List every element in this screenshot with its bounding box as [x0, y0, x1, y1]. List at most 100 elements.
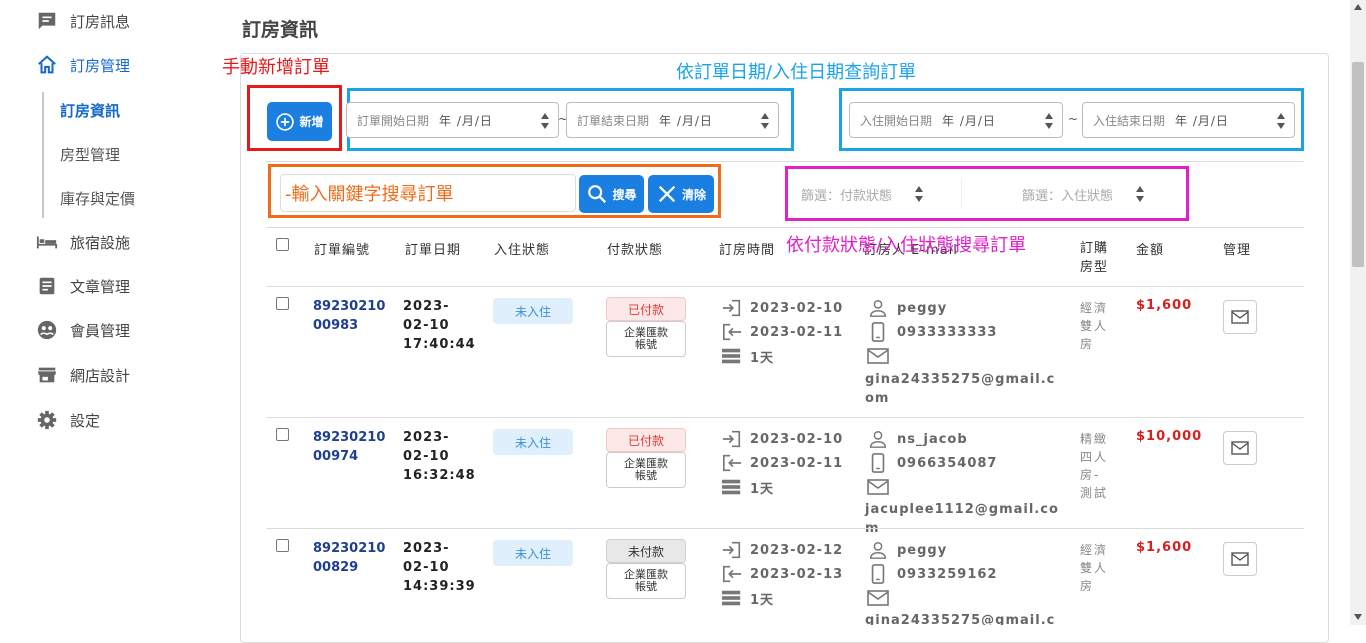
order-date: 2023-02-10 17:40:44 — [403, 299, 476, 352]
date-format: 年 /月/日 — [659, 113, 713, 128]
scroll-down-icon[interactable] — [1353, 613, 1363, 621]
customer-phone-text: 0933259162 — [897, 566, 998, 582]
plus-circle-icon — [276, 112, 295, 131]
login-icon — [722, 299, 741, 317]
sidebar-item-label: 訂房訊息 — [70, 12, 131, 31]
mail-icon — [1231, 552, 1249, 566]
keyword-search-placeholder: -輸入關鍵字搜尋訂單 — [285, 184, 454, 205]
members-icon — [37, 320, 57, 340]
scrollbar-thumb[interactable] — [1352, 62, 1364, 267]
row-checkbox[interactable] — [276, 297, 289, 310]
sidebar-item-facilities[interactable]: 旅宿設施 — [36, 231, 130, 253]
checkin-date-text: 2023-02-12 — [750, 542, 844, 558]
header-order-date: 訂單日期 — [405, 243, 462, 258]
email-icon — [867, 479, 889, 495]
customer-email: gina24335275@gmail.com — [865, 372, 1056, 406]
filter-divider — [961, 179, 962, 209]
sidebar-subitem-inventory-pricing[interactable]: 庫存與定價 — [60, 188, 135, 209]
keyword-search-input[interactable]: -輸入關鍵字搜尋訂單 — [280, 174, 576, 212]
email-icon — [867, 348, 889, 364]
search-label: 搜尋 — [612, 187, 637, 202]
pay-method-badge: 企業匯款帳號 — [606, 321, 686, 357]
row-checkbox[interactable] — [276, 539, 289, 552]
checkin-start-date-input[interactable]: 入住開始日期 年 /月/日 — [849, 102, 1063, 138]
checkout-date: 2023-02-13 — [721, 564, 843, 584]
spinner-icon — [1045, 113, 1053, 129]
pay-status-badge: 已付款 — [606, 297, 686, 321]
checkin-status-filter[interactable]: 篩選：入住狀態 — [1022, 177, 1172, 211]
room-type: 精緻四人房-測試 — [1080, 432, 1109, 500]
customer-phone: 0933333333 — [867, 322, 997, 342]
customer-phone: 0966354087 — [867, 453, 997, 473]
header-manage: 管理 — [1223, 243, 1252, 258]
annotation-date-search: 依訂單日期/入住日期查詢訂單 — [676, 62, 917, 83]
row-checkbox[interactable] — [276, 428, 289, 441]
order-start-date-input[interactable]: 訂單開始日期 年 /月/日 — [346, 102, 559, 138]
amount: $1,600 — [1136, 540, 1193, 555]
customer-phone-text: 0933333333 — [897, 324, 998, 340]
checkout-date: 2023-02-11 — [721, 322, 843, 342]
checkout-date-text: 2023-02-11 — [750, 455, 844, 471]
order-number[interactable]: 8923021000983 — [313, 297, 393, 335]
nights: 1天 — [721, 346, 774, 366]
customer-phone-text: 0966354087 — [897, 455, 998, 471]
clear-button[interactable]: 清除 — [648, 175, 714, 213]
row-divider — [266, 417, 1304, 418]
stay-status-badge: 未入住 — [493, 298, 573, 324]
order-number[interactable]: 8923021000829 — [313, 539, 393, 577]
spinner-icon — [1136, 186, 1145, 202]
pay-status-badge: 未付款 — [606, 539, 686, 563]
stay-status-badge: 未入住 — [493, 429, 573, 455]
checkin-end-placeholder: 入住結束日期 — [1093, 113, 1166, 128]
checkout-date-text: 2023-02-13 — [750, 566, 844, 582]
send-mail-button[interactable] — [1223, 431, 1257, 465]
header-bottom-divider — [266, 286, 1304, 287]
sidebar-subitem-booking-info[interactable]: 訂房資訊 — [60, 100, 120, 121]
sidebar-item-label: 文章管理 — [70, 277, 131, 296]
checkout-date-text: 2023-02-11 — [750, 324, 844, 340]
send-mail-button[interactable] — [1223, 542, 1257, 576]
sidebar-item-store-design[interactable]: 網店設計 — [36, 364, 130, 386]
checkout-date: 2023-02-11 — [721, 453, 843, 473]
phone-icon — [871, 322, 885, 342]
customer-name-text: ns_jacob — [897, 431, 968, 447]
payment-status-filter[interactable]: 篩選：付款狀態 — [801, 177, 951, 211]
room-type: 經濟雙人房 — [1080, 543, 1109, 593]
close-icon — [658, 185, 676, 203]
amount: $1,600 — [1136, 298, 1193, 313]
date-format: 年 /月/日 — [1175, 113, 1229, 128]
pay-method-badge: 企業匯款帳號 — [606, 452, 686, 488]
order-end-date-input[interactable]: 訂單結束日期 年 /月/日 — [566, 102, 779, 138]
user-icon — [869, 542, 887, 559]
send-mail-button[interactable] — [1223, 300, 1257, 334]
search-button[interactable]: 搜尋 — [579, 175, 644, 213]
checkin-start-placeholder: 入住開始日期 — [860, 113, 933, 128]
bed-icon — [36, 236, 58, 249]
sidebar-item-booking-messages[interactable]: 訂房訊息 — [36, 10, 130, 32]
checkin-date: 2023-02-12 — [721, 540, 843, 560]
sidebar-item-members[interactable]: 會員管理 — [36, 319, 130, 341]
order-number[interactable]: 8923021000974 — [313, 428, 393, 466]
customer-name: peggy — [867, 298, 947, 318]
sidebar-item-settings[interactable]: 設定 — [36, 409, 100, 431]
spinner-icon — [541, 113, 549, 129]
header-top-divider — [266, 227, 1304, 228]
add-order-button[interactable]: 新增 — [267, 102, 332, 141]
checkin-date: 2023-02-10 — [721, 298, 843, 318]
scroll-up-icon[interactable] — [1353, 3, 1363, 11]
sidebar-item-articles[interactable]: 文章管理 — [36, 275, 130, 297]
sidebar: 訂房訊息 訂房管理 訂房資訊 房型管理 庫存與定價 旅宿設施 文章管理 會員管理… — [0, 0, 205, 625]
page-title: 訂房資訊 — [242, 19, 319, 41]
gear-icon — [37, 410, 57, 430]
sidebar-item-booking-management[interactable]: 訂房管理 — [36, 54, 130, 76]
customer-email: gina24335275@gmail.com — [865, 613, 1056, 625]
customer-name-text: peggy — [897, 542, 948, 558]
checkin-end-date-input[interactable]: 入住結束日期 年 /月/日 — [1082, 102, 1295, 138]
header-amount: 金額 — [1136, 243, 1165, 258]
checkin-status-filter-label: 篩選：入住狀態 — [1022, 188, 1114, 204]
toolbar-divider — [266, 161, 1304, 162]
clear-label: 清除 — [681, 187, 706, 202]
select-all-checkbox[interactable] — [276, 238, 289, 251]
sidebar-subitem-room-types[interactable]: 房型管理 — [60, 144, 120, 165]
row-divider — [266, 528, 1304, 529]
